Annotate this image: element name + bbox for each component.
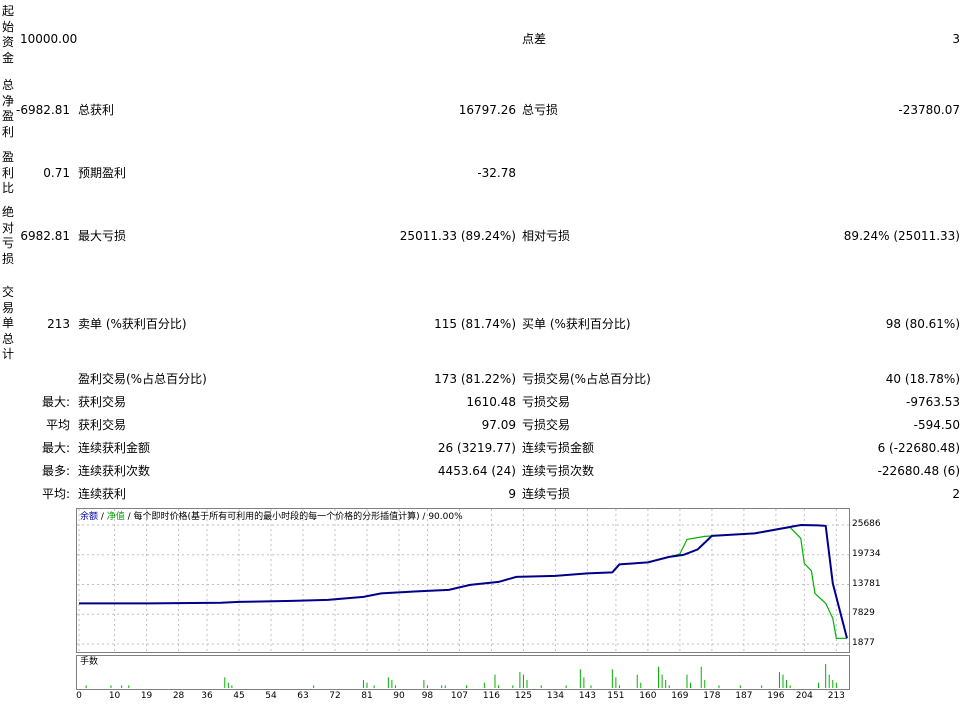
short-positions-value: 115 (81.74%) [434, 317, 516, 331]
y-tick-label: 7829 [852, 608, 875, 619]
balance-chart-frame [76, 508, 850, 653]
net-profit-value: -6982.81 [16, 103, 70, 117]
maximal-consec-profit-label: 连续获利次数 [78, 464, 151, 478]
gross-profit-value: 16797.26 [458, 103, 516, 117]
avg-loss-label: 亏损交易 [522, 418, 571, 432]
most-prefix: 最多: [41, 464, 70, 478]
avg-consec-wins-value: 9 [508, 487, 516, 501]
x-tick-label: 0 [76, 691, 82, 701]
avg-consec-losses-label: 连续亏损 [522, 487, 571, 501]
max-consec-wins-label: 连续获利金额 [78, 441, 151, 455]
maximal-consec-loss-value: -22680.48 (6) [877, 464, 960, 478]
initial-deposit-value: 10000.00 [20, 32, 78, 46]
x-tick-label: 90 [393, 691, 405, 701]
volume-chart-frame [76, 655, 850, 690]
x-tick-label: 81 [361, 691, 373, 701]
caption-balance: 余额 [80, 512, 99, 522]
y-tick-label: 1877 [852, 638, 875, 648]
x-tick-label: 125 [514, 691, 533, 701]
loss-trades-value: 40 (18.78%) [885, 372, 960, 386]
spread-label: 点差 [522, 32, 547, 46]
max-drawdown-label: 最大亏损 [78, 229, 127, 243]
x-tick-label: 160 [639, 691, 657, 701]
abs-drawdown-label: 绝对亏损 [2, 205, 15, 266]
avg-profit-value: 97.09 [481, 418, 516, 432]
x-tick-label: 45 [233, 691, 245, 701]
x-tick-label: 151 [607, 691, 625, 701]
x-tick-label: 196 [767, 691, 785, 701]
caption-sep: / [98, 512, 107, 522]
long-positions-value: 98 (80.61%) [885, 317, 960, 331]
max-consec-wins-value: 26 (3219.77) [437, 441, 516, 455]
largest-loss-value: -9763.53 [906, 395, 960, 409]
spread-value: 3 [952, 32, 960, 46]
avg-loss-value: -594.50 [913, 418, 960, 432]
x-tick-label: 10 [108, 691, 121, 701]
long-positions-label: 买单 (%获利百分比) [522, 317, 631, 331]
avg-consec-wins-label: 连续获利 [78, 487, 127, 501]
max-consec-losses-value: 6 (-22680.48) [877, 441, 960, 455]
avg-consec-losses-value: 2 [952, 487, 960, 501]
balance-line [79, 523, 848, 639]
max-consec-losses-label: 连续亏损金额 [522, 441, 595, 455]
profit-factor-label: 盈利比 [2, 150, 15, 195]
avg2-prefix: 平均: [41, 487, 70, 501]
x-tick-label: 107 [450, 691, 469, 701]
caption-equity: 净值 [106, 512, 125, 522]
expected-payoff-value: -32.78 [477, 166, 516, 180]
total-trades-value: 213 [47, 317, 70, 331]
maximal-consec-loss-label: 连续亏损次数 [522, 464, 595, 478]
rel-drawdown-label: 相对亏损 [522, 229, 571, 243]
profit-factor-value: 0.71 [43, 166, 70, 180]
gross-profit-label: 总获利 [78, 103, 115, 117]
gross-loss-label: 总亏损 [522, 103, 559, 117]
total-trades-label: 交易单总计 [2, 285, 15, 361]
net-profit-label: 总净盈利 [2, 78, 15, 139]
y-tick-label: 19734 [852, 548, 881, 559]
max-drawdown-value: 25011.33 (89.24%) [399, 229, 516, 243]
largest-profit-value: 1610.48 [466, 395, 516, 409]
max-prefix: 最大: [41, 441, 70, 455]
x-tick-label: 72 [329, 691, 341, 701]
caption-rest: / 每个即时价格(基于所有可利用的最小时段的每一个价格的分形插值计算) / 90… [124, 512, 463, 522]
x-tick-label: 116 [482, 691, 501, 701]
x-tick-label: 143 [578, 691, 597, 701]
equity-line [79, 526, 847, 640]
avg-profit-label: 获利交易 [78, 418, 127, 432]
gross-loss-value: -23780.07 [898, 103, 960, 117]
largest-prefix: 最大: [41, 395, 70, 409]
x-tick-label: 169 [671, 691, 689, 701]
volume-chart [85, 664, 837, 688]
maximal-consec-profit-value: 4453.64 (24) [437, 464, 516, 478]
largest-loss-label: 亏损交易 [522, 395, 571, 409]
x-tick-label: 204 [795, 691, 813, 701]
y-tick-label: 25686 [852, 519, 881, 529]
initial-deposit-label: 起始资金 [2, 4, 15, 65]
rel-drawdown-value: 89.24% (25011.33) [843, 229, 960, 243]
x-tick-label: 36 [201, 691, 213, 701]
x-tick-label: 98 [421, 691, 434, 701]
x-tick-label: 213 [827, 691, 845, 701]
chart-caption: 余额 / 净值 / 每个即时价格(基于所有可利用的最小时段的每一个价格的分形插值… [80, 512, 463, 523]
x-tick-label: 63 [297, 691, 309, 701]
average-prefix: 平均 [45, 418, 70, 432]
x-tick-label: 178 [703, 691, 721, 701]
x-tick-label: 28 [172, 691, 185, 701]
y-tick-label: 13781 [852, 578, 881, 589]
loss-trades-label: 亏损交易(%占总百分比) [522, 372, 651, 386]
x-tick-label: 187 [735, 691, 753, 701]
largest-profit-label: 获利交易 [78, 395, 127, 409]
short-positions-label: 卖单 (%获利百分比) [78, 317, 187, 331]
abs-drawdown-value: 6982.81 [20, 229, 70, 243]
volume-caption: 手数 [80, 657, 99, 667]
x-tick-label: 54 [265, 691, 277, 701]
profit-trades-value: 173 (81.22%) [434, 372, 516, 386]
x-tick-label: 134 [546, 691, 565, 701]
balance-chart [77, 509, 849, 652]
x-tick-label: 19 [140, 691, 153, 701]
expected-payoff-label: 预期盈利 [78, 166, 127, 180]
profit-trades-label: 盈利交易(%占总百分比) [78, 372, 207, 386]
